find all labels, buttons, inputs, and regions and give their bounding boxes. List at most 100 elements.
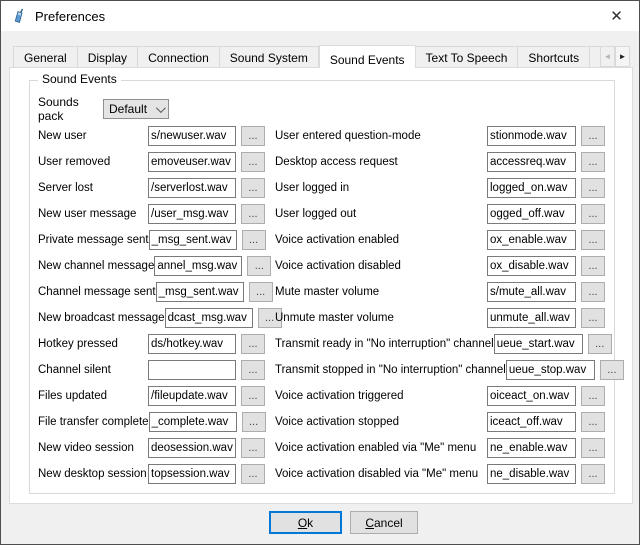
- tab[interactable]: Text To Speech: [416, 46, 519, 68]
- browse-button[interactable]: ...: [241, 464, 265, 484]
- sound-file-input[interactable]: ueue_start.wav: [494, 334, 583, 354]
- sound-event-row: Voice activation enabled via "Me" menu n…: [275, 438, 610, 458]
- tab[interactable]: Connection: [138, 46, 220, 68]
- sound-file-input[interactable]: ne_disable.wav: [487, 464, 576, 484]
- sound-event-row: Desktop access request accessreq.wav ...: [275, 152, 610, 172]
- sound-file-input[interactable]: stionmode.wav: [487, 126, 576, 146]
- browse-button[interactable]: ...: [588, 334, 612, 354]
- sound-event-label: File transfer complete: [38, 416, 149, 428]
- sound-file-input[interactable]: /serverlost.wav: [148, 178, 236, 198]
- close-icon[interactable]: ✕: [594, 1, 639, 30]
- tab[interactable]: General: [13, 46, 78, 68]
- sound-event-row: Files updated /fileupdate.wav ...: [38, 386, 268, 406]
- sound-file-input[interactable]: s/newuser.wav: [148, 126, 236, 146]
- tab-scroller: ◄ ►: [600, 46, 630, 67]
- sound-file-input[interactable]: emoveuser.wav: [148, 152, 236, 172]
- sound-file-input[interactable]: ox_enable.wav: [487, 230, 576, 250]
- sound-file-input[interactable]: _complete.wav: [149, 412, 237, 432]
- sound-file-input[interactable]: iceact_off.wav: [487, 412, 576, 432]
- browse-button[interactable]: ...: [242, 230, 266, 250]
- sound-file-input[interactable]: dcast_msg.wav: [165, 308, 253, 328]
- sound-event-label: Unmute master volume: [275, 312, 487, 324]
- sound-event-label: Voice activation stopped: [275, 416, 487, 428]
- sound-event-label: Desktop access request: [275, 156, 487, 168]
- sound-event-label: Channel message sent: [38, 286, 156, 298]
- browse-button[interactable]: ...: [241, 334, 265, 354]
- sound-event-row: Voice activation stopped iceact_off.wav …: [275, 412, 610, 432]
- sound-event-row: Mute master volume s/mute_all.wav ...: [275, 282, 610, 302]
- browse-button[interactable]: ...: [600, 360, 624, 380]
- sound-file-input[interactable]: ox_disable.wav: [487, 256, 576, 276]
- browse-button[interactable]: ...: [247, 256, 271, 276]
- browse-button[interactable]: ...: [249, 282, 273, 302]
- browse-button[interactable]: ...: [581, 464, 605, 484]
- browse-button[interactable]: ...: [581, 308, 605, 328]
- sound-event-row: Transmit stopped in "No interruption" ch…: [275, 360, 610, 380]
- sound-file-input[interactable]: oiceact_on.wav: [487, 386, 576, 406]
- sounds-pack-value: Default: [109, 102, 147, 116]
- sound-event-label: User removed: [38, 156, 148, 168]
- sound-file-input[interactable]: annel_msg.wav: [154, 256, 242, 276]
- sound-file-input[interactable]: accessreq.wav: [487, 152, 576, 172]
- sound-event-label: Voice activation enabled via "Me" menu: [275, 442, 487, 454]
- sound-event-row: User removed emoveuser.wav ...: [38, 152, 268, 172]
- sound-event-label: User logged out: [275, 208, 487, 220]
- cancel-button[interactable]: Cancel: [350, 511, 418, 534]
- sound-file-input[interactable]: _msg_sent.wav: [149, 230, 237, 250]
- browse-button[interactable]: ...: [581, 178, 605, 198]
- browse-button[interactable]: ...: [241, 126, 265, 146]
- browse-button[interactable]: ...: [581, 412, 605, 432]
- sound-event-row: Voice activation enabled ox_enable.wav .…: [275, 230, 610, 250]
- browse-button[interactable]: ...: [581, 126, 605, 146]
- sound-file-input[interactable]: unmute_all.wav: [487, 308, 576, 328]
- sound-file-input[interactable]: _msg_sent.wav: [156, 282, 244, 302]
- sound-event-row: New user s/newuser.wav ...: [38, 126, 268, 146]
- tab[interactable]: Display: [78, 46, 138, 68]
- browse-button[interactable]: ...: [241, 438, 265, 458]
- tab-scroll-left-icon[interactable]: ◄: [600, 46, 615, 67]
- sound-event-label: New channel message: [38, 260, 154, 272]
- browse-button[interactable]: ...: [581, 230, 605, 250]
- sound-file-input[interactable]: deosession.wav: [148, 438, 236, 458]
- sound-event-row: Private message sent _msg_sent.wav ...: [38, 230, 268, 250]
- sound-file-input[interactable]: /fileupdate.wav: [148, 386, 236, 406]
- sound-event-label: User logged in: [275, 182, 487, 194]
- sound-event-row: Unmute master volume unmute_all.wav ...: [275, 308, 610, 328]
- sound-file-input[interactable]: /user_msg.wav: [148, 204, 236, 224]
- sound-event-row: New video session deosession.wav ...: [38, 438, 268, 458]
- browse-button[interactable]: ...: [581, 256, 605, 276]
- sound-event-label: Voice activation triggered: [275, 390, 487, 402]
- sound-event-row: Channel silent ...: [38, 360, 268, 380]
- browse-button[interactable]: ...: [581, 152, 605, 172]
- tab[interactable]: Shortcuts: [518, 46, 590, 68]
- sound-file-input[interactable]: logged_on.wav: [487, 178, 576, 198]
- browse-button[interactable]: ...: [241, 360, 265, 380]
- sounds-pack-label: Sounds pack: [38, 95, 103, 123]
- browse-button[interactable]: ...: [581, 204, 605, 224]
- browse-button[interactable]: ...: [241, 152, 265, 172]
- tab[interactable]: Sound Events: [319, 45, 416, 68]
- sound-file-input[interactable]: [148, 360, 236, 380]
- sound-event-label: Voice activation enabled: [275, 234, 487, 246]
- tab[interactable]: Sound System: [220, 46, 319, 68]
- browse-button[interactable]: ...: [581, 282, 605, 302]
- browse-button[interactable]: ...: [241, 204, 265, 224]
- sounds-pack-dropdown[interactable]: Default: [103, 99, 169, 119]
- ok-button[interactable]: Ok: [269, 511, 342, 534]
- browse-button[interactable]: ...: [242, 412, 266, 432]
- browse-button[interactable]: ...: [241, 178, 265, 198]
- browse-button[interactable]: ...: [241, 386, 265, 406]
- tab-scroll-right-icon[interactable]: ►: [615, 46, 630, 67]
- sound-event-label: Transmit ready in "No interruption" chan…: [275, 338, 494, 350]
- sound-file-input[interactable]: ne_enable.wav: [487, 438, 576, 458]
- sound-file-input[interactable]: topsession.wav: [148, 464, 236, 484]
- sound-events-left-column: New user s/newuser.wav ... User removed …: [38, 126, 268, 490]
- sound-file-input[interactable]: s/mute_all.wav: [487, 282, 576, 302]
- sound-file-input[interactable]: ds/hotkey.wav: [148, 334, 236, 354]
- browse-button[interactable]: ...: [581, 438, 605, 458]
- browse-button[interactable]: ...: [581, 386, 605, 406]
- sound-event-row: New channel message annel_msg.wav ...: [38, 256, 268, 276]
- sounds-pack-row: Sounds pack Default: [38, 99, 169, 119]
- sound-file-input[interactable]: ogged_off.wav: [487, 204, 576, 224]
- sound-file-input[interactable]: ueue_stop.wav: [506, 360, 595, 380]
